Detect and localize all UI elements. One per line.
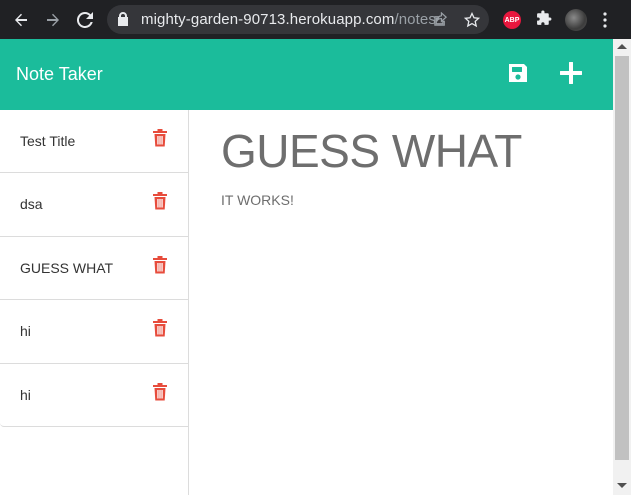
scroll-down-arrow-icon[interactable] [617, 483, 627, 488]
profile-avatar[interactable] [565, 9, 587, 31]
new-note-button[interactable] [559, 61, 583, 85]
save-note-button[interactable] [506, 61, 530, 85]
menu-dots-icon[interactable] [603, 12, 607, 28]
back-icon [15, 13, 27, 27]
back-button[interactable] [6, 5, 36, 35]
share-icon[interactable] [433, 12, 448, 27]
address-bar[interactable]: mighty-garden-90713.herokuapp.com/notes [107, 5, 489, 34]
note-list-item[interactable]: Test Title [0, 110, 188, 174]
note-list-item[interactable]: GUESS WHAT [0, 237, 188, 301]
scroll-up-arrow-icon[interactable] [617, 44, 627, 49]
forward-button[interactable] [38, 5, 68, 35]
note-item-title: Test Title [20, 133, 76, 149]
reload-button[interactable] [70, 5, 100, 35]
note-item-title: GUESS WHAT [20, 259, 114, 276]
note-item-title: dsa [20, 196, 43, 213]
plus-icon [560, 62, 582, 84]
notes-list: Test Title dsa GUESS WHAT hi hi [0, 110, 189, 427]
trash-icon[interactable] [152, 318, 168, 337]
note-list-item[interactable]: hi [0, 300, 188, 364]
note-view: GUESS WHAT IT WORKS! [189, 110, 613, 495]
scrollbar-thumb[interactable] [615, 56, 629, 460]
abp-extension-icon[interactable]: ABP [503, 11, 521, 29]
note-text-field[interactable]: IT WORKS! [221, 192, 294, 208]
trash-icon[interactable] [152, 382, 168, 401]
trash-icon[interactable] [152, 191, 168, 210]
browser-toolbar: mighty-garden-90713.herokuapp.com/notes … [0, 0, 631, 39]
trash-icon[interactable] [152, 255, 168, 274]
trash-icon[interactable] [152, 128, 168, 147]
note-item-title: hi [20, 386, 31, 403]
puzzle-icon[interactable] [536, 10, 553, 27]
url-text: mighty-garden-90713.herokuapp.com/notes [141, 11, 436, 28]
note-list-item[interactable]: hi [0, 364, 188, 427]
note-item-title: hi [20, 323, 31, 340]
reload-icon [77, 12, 93, 28]
app-header: Note Taker [0, 39, 613, 110]
app-title[interactable]: Note Taker [16, 64, 103, 85]
forward-icon [47, 13, 59, 27]
note-list-item[interactable]: dsa [0, 173, 188, 237]
save-icon [509, 64, 527, 82]
lock-icon [118, 12, 128, 26]
star-icon[interactable] [464, 12, 480, 28]
note-title-field[interactable]: GUESS WHAT [221, 124, 522, 178]
